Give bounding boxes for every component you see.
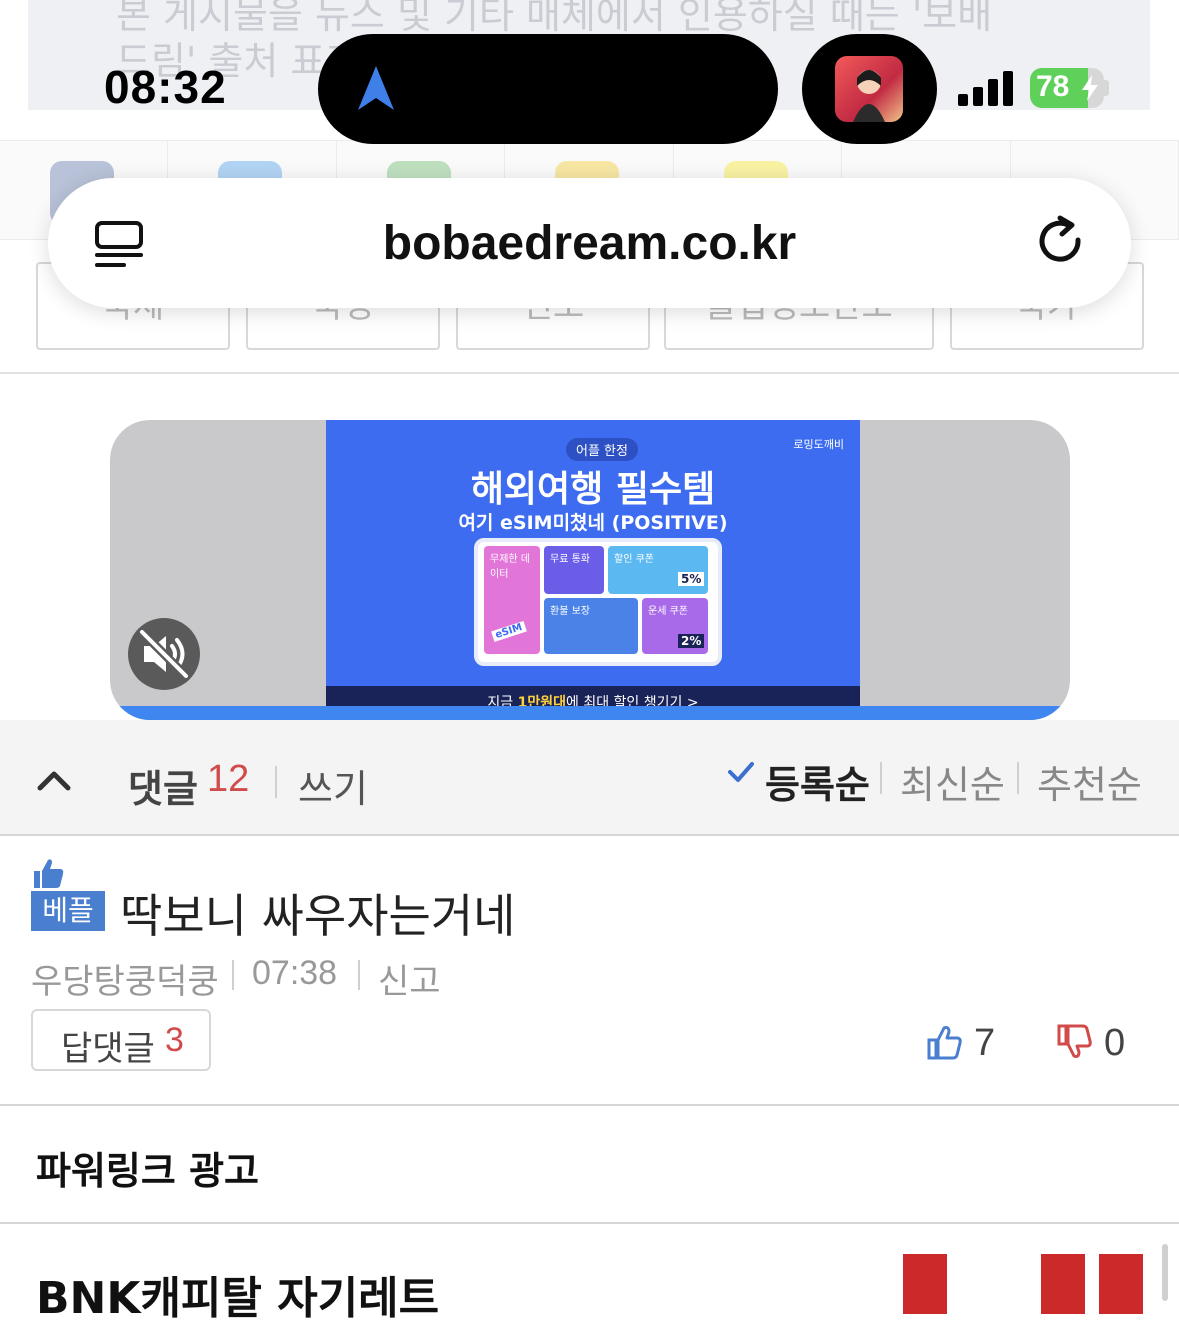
ad-cell: 환불 보장 — [544, 598, 638, 654]
comment-count: 12 — [207, 758, 250, 800]
checkmark-icon — [728, 762, 754, 782]
chevron-up-icon[interactable] — [36, 768, 72, 792]
status-time: 08:32 — [104, 61, 227, 113]
reply-label: 답댓글 — [61, 1029, 155, 1069]
report-link[interactable]: 신고 — [378, 954, 441, 1003]
ad-brand: 로밍도깨비 — [793, 438, 844, 451]
dislike-count: 0 — [1104, 1022, 1126, 1064]
thumbs-up-icon — [34, 859, 64, 888]
ad-progress-bar — [110, 706, 1070, 720]
dynamic-island-media[interactable] — [802, 34, 937, 144]
ad-subtitle: 여기 eSIM미쳤네 (POSITIVE) — [458, 512, 728, 534]
ad-discount: 2% — [678, 634, 705, 648]
sort-by-latest[interactable]: 최신순 — [900, 754, 1005, 809]
divider — [232, 960, 234, 990]
thumbs-down-icon[interactable] — [1056, 1024, 1092, 1060]
ad-discount: 5% — [678, 572, 705, 586]
divider — [358, 960, 360, 990]
video-ad[interactable]: 어플 한정 로밍도깨비 해외여행 필수템 여기 eSIM미쳤네 (POSITIV… — [110, 420, 1070, 720]
scrollbar[interactable] — [1162, 1244, 1168, 1301]
sort-by-registration[interactable]: 등록순 — [765, 754, 870, 809]
divider — [0, 1222, 1179, 1224]
ad-cell: 할인 쿠폰 — [608, 546, 708, 594]
sort-by-recommended[interactable]: 추천순 — [1037, 754, 1142, 809]
divider — [0, 372, 1179, 374]
reply-button[interactable]: 답댓글 3 — [31, 1009, 211, 1071]
comment-title: 댓글 — [128, 767, 198, 811]
divider — [880, 762, 882, 794]
ad-badge: 어플 한정 — [566, 438, 638, 461]
comment-text: 딱보니 싸우자는거네 — [120, 889, 516, 943]
reply-count: 3 — [165, 1021, 184, 1059]
ad-feature-card: 무제한 데이터 무료 통화 할인 쿠폰 환불 보장 운세 쿠폰 5% 2% eS… — [474, 538, 722, 666]
charging-bolt-icon — [1082, 75, 1098, 101]
ad-title: 해외여행 필수템 — [470, 469, 716, 510]
cellular-signal-icon — [958, 70, 1014, 106]
mute-icon[interactable] — [128, 618, 200, 690]
thumbs-up-icon[interactable] — [926, 1024, 962, 1060]
best-comment-badge: 베플 — [31, 891, 105, 931]
ad-listing-title[interactable]: BNK캐피탈 자기레트 — [36, 1262, 439, 1326]
write-comment-link[interactable]: 쓰기 — [298, 758, 368, 813]
battery-percent: 78 — [1036, 70, 1070, 103]
powerlink-title: 파워링크 광고 — [36, 1149, 259, 1193]
comment-time: 07:38 — [252, 954, 338, 992]
divider — [0, 1104, 1179, 1106]
divider — [275, 766, 277, 798]
url-text[interactable]: bobaedream.co.kr — [48, 216, 1131, 271]
reload-icon[interactable] — [1034, 214, 1090, 270]
dynamic-island-navigation[interactable] — [318, 34, 778, 144]
navigation-arrow-icon — [358, 66, 394, 110]
battery-icon: 78 — [1030, 68, 1104, 108]
ad-cell: 무료 통화 — [544, 546, 604, 594]
album-art — [835, 56, 903, 122]
battery-cap — [1104, 80, 1109, 96]
comment-author[interactable]: 우당탕쿵덕쿵 — [31, 954, 219, 1003]
comment-header: 댓글 12 쓰기 등록순 최신순 추천순 — [0, 720, 1179, 836]
divider — [1017, 762, 1019, 794]
like-count: 7 — [974, 1022, 996, 1064]
address-bar[interactable]: bobaedream.co.kr — [48, 178, 1131, 308]
ad-creative[interactable]: 어플 한정 로밍도깨비 해외여행 필수템 여기 eSIM미쳤네 (POSITIV… — [326, 420, 860, 720]
ad-listing-thumbnail[interactable] — [903, 1254, 1143, 1314]
